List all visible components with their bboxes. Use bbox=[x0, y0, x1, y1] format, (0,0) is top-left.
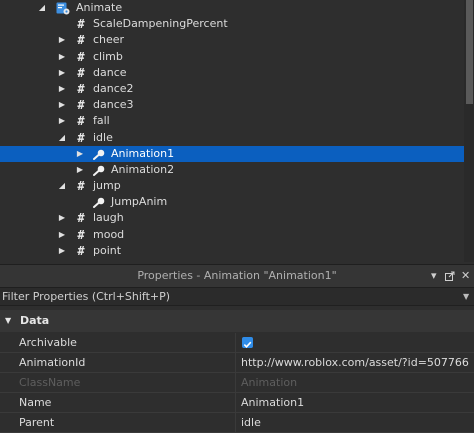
tree-item[interactable]: ◢ # jump bbox=[0, 178, 464, 194]
expand-arrow-icon[interactable]: ◢ bbox=[57, 178, 67, 194]
tree-item-label: laugh bbox=[93, 211, 124, 225]
expand-arrow-icon[interactable]: ◢ bbox=[37, 0, 47, 16]
tree-item[interactable]: ◢ # idle bbox=[0, 130, 464, 146]
hash-icon: # bbox=[77, 130, 85, 145]
tree-item-label: mood bbox=[93, 227, 125, 241]
tree-item-label: ScaleDampeningPercent bbox=[93, 17, 228, 31]
property-value: Animation bbox=[241, 376, 298, 389]
property-name: Name bbox=[0, 393, 236, 412]
tree-item[interactable]: JumpAnim bbox=[0, 194, 464, 210]
tree-item-label: JumpAnim bbox=[111, 195, 168, 209]
tree-item[interactable]: ▶ # fall bbox=[0, 113, 464, 129]
tree-item-label: dance2 bbox=[93, 81, 134, 95]
collapse-arrow-icon[interactable]: ▶ bbox=[75, 146, 85, 162]
tree-item-label: cheer bbox=[93, 33, 125, 47]
tree-item-label: climb bbox=[93, 49, 123, 63]
filter-properties-input[interactable] bbox=[2, 288, 457, 305]
collapse-arrow-icon[interactable]: ▶ bbox=[57, 113, 67, 129]
tree-item-label: Animation1 bbox=[111, 146, 175, 160]
property-name: Parent bbox=[0, 413, 236, 432]
collapse-arrow-icon[interactable]: ▶ bbox=[57, 227, 67, 243]
property-name: AnimationId bbox=[0, 353, 236, 372]
property-row[interactable]: Parent idle bbox=[0, 413, 474, 433]
tree-item-label: Animate bbox=[76, 1, 123, 14]
expand-arrow-icon[interactable]: ◢ bbox=[57, 130, 67, 146]
properties-title: Properties - Animation "Animation1" bbox=[137, 269, 337, 282]
tree-item[interactable]: ▶ # dance2 bbox=[0, 81, 464, 97]
tree-item-label: point bbox=[93, 243, 122, 257]
tree-item[interactable]: ◢ Animate bbox=[0, 0, 464, 16]
collapse-arrow-icon[interactable]: ▶ bbox=[57, 97, 67, 113]
property-name: ClassName bbox=[0, 373, 236, 392]
tree-item-label: Animation2 bbox=[111, 162, 175, 176]
chevron-down-icon[interactable]: ▾ bbox=[431, 265, 437, 287]
tree-item[interactable]: ▶ # dance bbox=[0, 65, 464, 81]
section-header-data[interactable]: ▼ Data bbox=[0, 310, 474, 332]
filter-bar: ▼ bbox=[0, 288, 474, 306]
collapse-arrow-icon[interactable]: ▶ bbox=[57, 32, 67, 48]
collapse-arrow-icon[interactable]: ▶ bbox=[57, 81, 67, 97]
tree-item-label: idle bbox=[93, 130, 113, 144]
hash-icon: # bbox=[77, 179, 85, 194]
collapse-arrow-icon[interactable]: ▶ bbox=[57, 243, 67, 259]
tree-item[interactable]: ▶ # cheer bbox=[0, 32, 464, 48]
hash-icon: # bbox=[77, 17, 85, 32]
hash-icon: # bbox=[77, 81, 85, 96]
explorer-panel: ◢ Animate # ScaleDampeningPercent ▶ # cheer ▶ # c… bbox=[0, 0, 474, 262]
explorer-scroll-thumb[interactable] bbox=[466, 0, 473, 104]
tree-item-label: dance bbox=[93, 65, 127, 79]
script-icon bbox=[56, 2, 70, 15]
collapse-arrow-icon[interactable]: ▶ bbox=[57, 210, 67, 226]
hash-icon: # bbox=[77, 33, 85, 48]
property-value[interactable]: http://www.roblox.com/asset/?id=50776638… bbox=[241, 353, 469, 372]
hash-icon: # bbox=[77, 243, 85, 258]
properties-title-bar: Properties - Animation "Animation1" ▾ ✕ bbox=[0, 264, 474, 288]
hash-icon: # bbox=[77, 65, 85, 80]
property-row[interactable]: AnimationId http://www.roblox.com/asset/?… bbox=[0, 353, 474, 373]
property-value[interactable]: idle bbox=[241, 413, 469, 432]
tree-item[interactable]: ▶ # climb bbox=[0, 49, 464, 65]
archivable-checkbox[interactable] bbox=[242, 337, 253, 348]
collapse-arrow-icon[interactable]: ▶ bbox=[75, 162, 85, 178]
tree-item-label: fall bbox=[93, 114, 110, 128]
properties-list: Archivable AnimationId http://www.roblox.c… bbox=[0, 333, 474, 433]
explorer-tree: ◢ Animate # ScaleDampeningPercent ▶ # cheer ▶ # c… bbox=[0, 0, 464, 259]
property-row: ClassName Animation bbox=[0, 373, 474, 393]
property-name: Archivable bbox=[0, 333, 236, 352]
property-row[interactable]: Archivable bbox=[0, 333, 474, 353]
tree-item-label: dance3 bbox=[93, 98, 134, 112]
explorer-scrollbar[interactable] bbox=[464, 0, 474, 262]
animation-icon bbox=[93, 197, 105, 209]
tree-item[interactable]: ▶ # dance3 bbox=[0, 97, 464, 113]
animation-icon bbox=[93, 149, 105, 160]
property-value[interactable]: Animation1 bbox=[241, 393, 469, 412]
popout-icon[interactable] bbox=[445, 265, 455, 287]
tree-item[interactable]: ▶ # point bbox=[0, 243, 464, 259]
chevron-down-icon[interactable]: ▼ bbox=[5, 310, 11, 332]
hash-icon: # bbox=[77, 98, 85, 113]
hash-icon: # bbox=[77, 227, 85, 242]
tree-item[interactable]: ▶ # mood bbox=[0, 227, 464, 243]
hash-icon: # bbox=[77, 114, 85, 129]
tree-item[interactable]: ▶ Animation1 bbox=[0, 145, 464, 162]
chevron-down-icon[interactable]: ▼ bbox=[463, 288, 469, 305]
animation-icon bbox=[93, 165, 105, 176]
section-label: Data bbox=[20, 314, 50, 327]
tree-item-label: jump bbox=[93, 179, 121, 193]
property-row[interactable]: Name Animation1 bbox=[0, 393, 474, 413]
hash-icon: # bbox=[77, 49, 85, 64]
hash-icon: # bbox=[77, 211, 85, 226]
close-icon[interactable]: ✕ bbox=[461, 265, 470, 287]
tree-item[interactable]: ▶ Animation2 bbox=[0, 162, 464, 178]
tree-item[interactable]: ▶ # laugh bbox=[0, 210, 464, 226]
collapse-arrow-icon[interactable]: ▶ bbox=[57, 65, 67, 81]
tree-item[interactable]: # ScaleDampeningPercent bbox=[0, 16, 464, 32]
collapse-arrow-icon[interactable]: ▶ bbox=[57, 49, 67, 65]
